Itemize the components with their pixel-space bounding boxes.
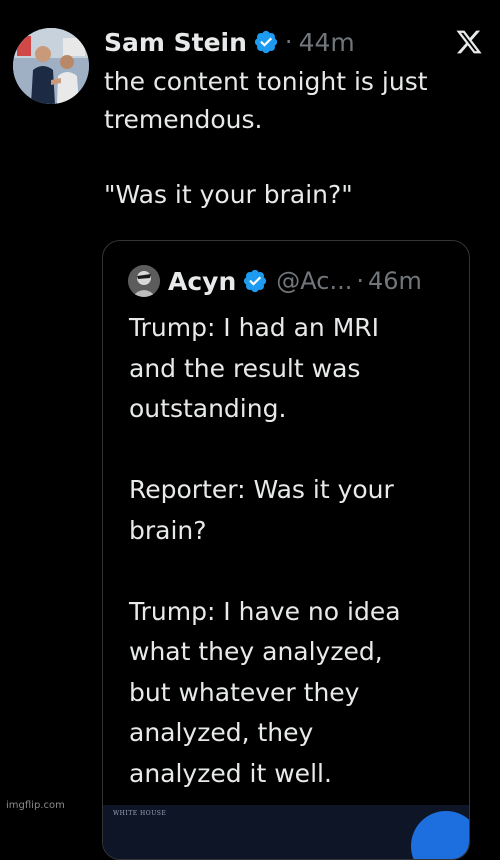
quoted-tweet-timestamp[interactable]: 46m: [368, 267, 422, 295]
media-blue-circle: [411, 811, 469, 859]
verified-badge-icon: [242, 268, 268, 294]
quoted-author-avatar: [128, 265, 160, 297]
quoted-header-separator: ·: [356, 267, 364, 295]
tweet-header: Sam Stein · 44m: [104, 22, 355, 62]
quoted-tweet-media[interactable]: WHITE HOUSE: [103, 805, 469, 859]
header-separator: ·: [284, 28, 293, 56]
verified-badge-icon: [253, 29, 279, 55]
author-name[interactable]: Sam Stein: [104, 28, 247, 57]
quoted-author-handle[interactable]: @Ac...: [276, 267, 352, 295]
quoted-tweet-card[interactable]: Acyn @Ac... · 46m Trump: I had an MRI an…: [102, 240, 470, 860]
author-avatar[interactable]: [13, 28, 89, 104]
tweet-timestamp[interactable]: 44m: [299, 28, 355, 57]
x-logo-icon[interactable]: [455, 28, 483, 56]
author-avatar-photo: [13, 28, 89, 104]
quoted-author-name[interactable]: Acyn: [168, 267, 236, 296]
imgflip-watermark: imgflip.com: [6, 800, 65, 811]
quoted-tweet-header: Acyn @Ac... · 46m: [128, 263, 422, 299]
tweet-text: the content tonight is just tremendous. …: [104, 67, 428, 209]
quoted-tweet-text: Trump: I had an MRI and the result was o…: [129, 313, 401, 788]
